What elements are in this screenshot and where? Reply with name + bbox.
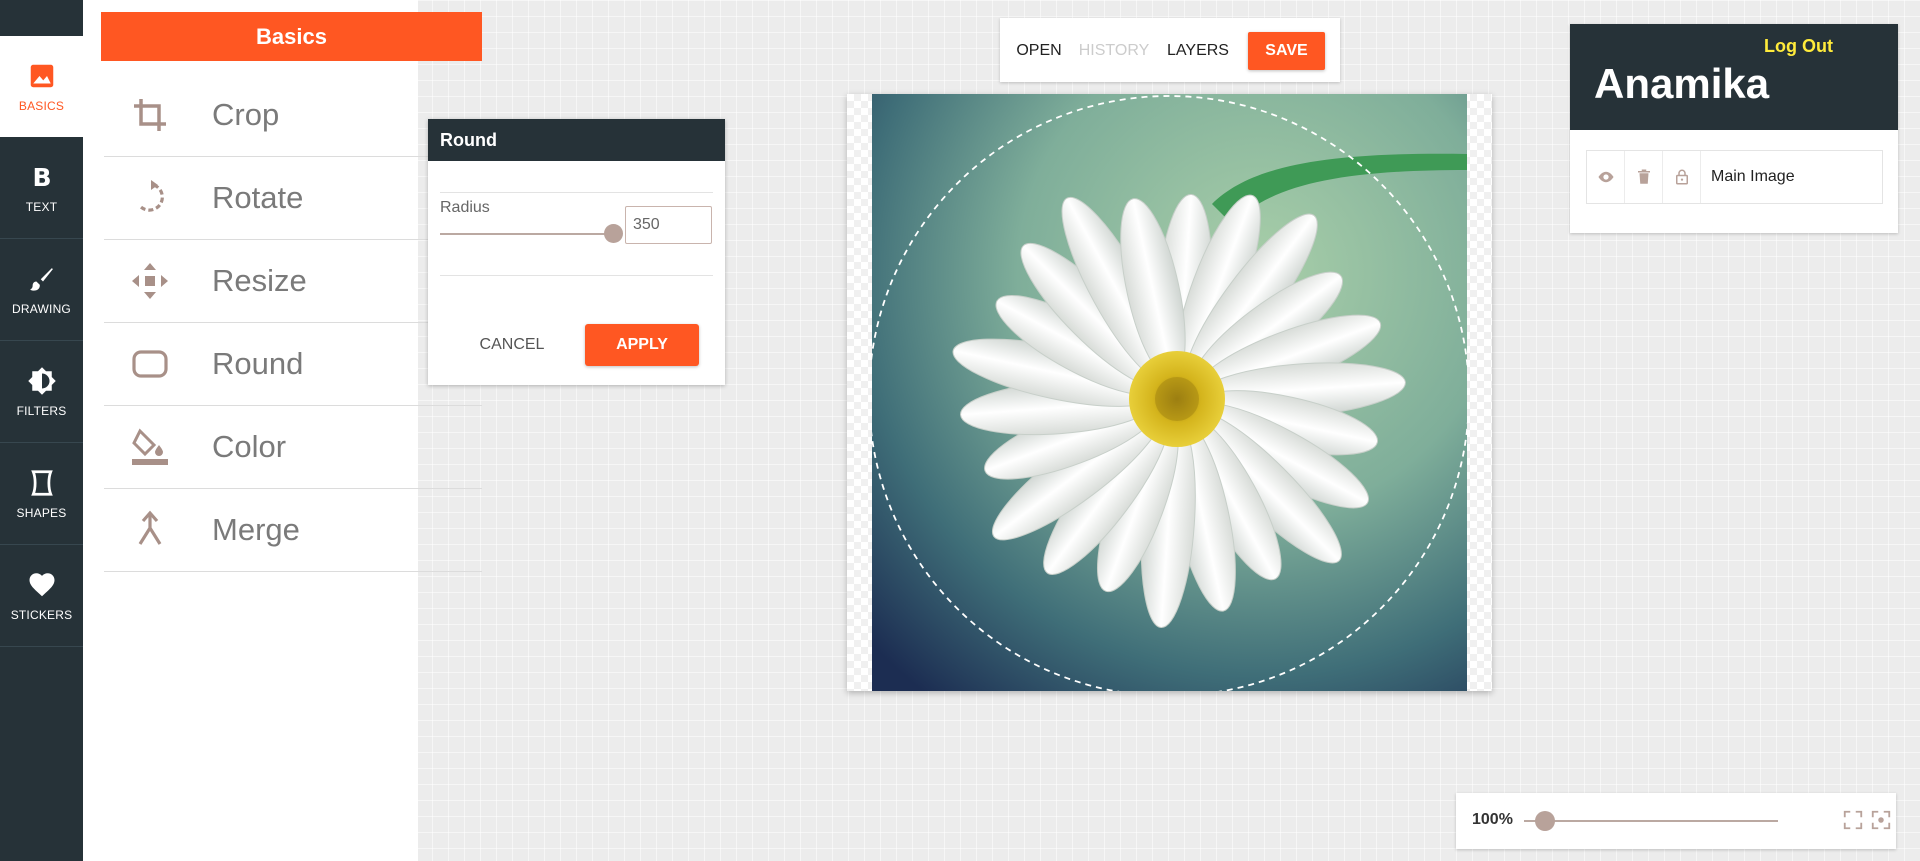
nav-label: STICKERS [10,608,73,622]
round-dialog: Round Radius CANCEL APPLY [428,119,725,385]
tool-item-rotate[interactable]: Rotate [104,157,482,240]
tool-label: Round [212,346,304,381]
contrast-icon [27,367,56,395]
tool-panel: Basics Crop Rotate Resize Round Color Me [83,0,482,861]
brush-icon [29,268,53,291]
radius-input[interactable] [625,206,712,244]
bold-icon: B [32,163,51,192]
nav-rail: BASICS B TEXT DRAWING FILTERS SHAPES STI… [0,0,83,861]
tool-label: Rotate [212,180,304,215]
merge-icon [130,510,170,550]
nav-label: BASICS [18,98,65,113]
zoom-bar: 100% [1456,793,1896,849]
tool-label: Merge [212,512,300,547]
tool-label: Resize [212,263,307,298]
layers-button[interactable]: LAYERS [1166,32,1230,70]
layer-row[interactable]: Main Image [1586,150,1883,204]
divider [440,275,713,276]
tool-item-merge[interactable]: Merge [104,489,482,572]
tool-item-resize[interactable]: Resize [104,240,482,323]
open-button[interactable]: OPEN [1014,32,1064,70]
tool-label: Color [212,429,287,464]
nav-item-text[interactable]: B TEXT [0,138,83,239]
tool-item-crop[interactable]: Crop [104,74,482,157]
top-toolbar: OPEN HISTORY LAYERS SAVE [1000,18,1340,82]
radius-slider-thumb[interactable] [604,224,623,243]
panel-title: Basics [101,12,482,61]
rotate-icon [130,178,170,218]
heart-icon [29,573,54,597]
center-focus-icon[interactable] [1870,809,1892,831]
account-header: Log Out Anamika [1570,24,1898,130]
crop-icon [130,95,170,135]
nav-label: FILTERS [16,404,67,418]
canvas[interactable] [847,94,1492,691]
nav-item-shapes[interactable]: SHAPES [0,444,83,545]
nav-item-drawing[interactable]: DRAWING [0,240,83,341]
layer-name: Main Image [1711,168,1795,185]
resize-icon [130,261,170,301]
radius-label: Radius [440,199,490,216]
nav-item-stickers[interactable]: STICKERS [0,546,83,647]
tool-label: Crop [212,97,280,132]
zoom-label: 100% [1472,811,1513,828]
apply-button[interactable]: APPLY [585,324,699,366]
main-image[interactable] [872,94,1467,691]
logout-link[interactable]: Log Out [1764,36,1833,57]
nav-label: TEXT [25,200,58,214]
paint-bucket-icon [130,427,170,467]
divider [440,192,713,193]
nav-item-basics[interactable]: BASICS [0,36,83,137]
fit-screen-icon[interactable] [1842,809,1864,831]
nav-item-filters[interactable]: FILTERS [0,342,83,443]
zoom-slider-thumb[interactable] [1535,811,1555,831]
daisy-photo [872,94,1467,691]
shape-icon [30,470,53,496]
zoom-slider[interactable] [1524,820,1778,822]
rounded-rect-icon [130,344,170,384]
svg-text:B: B [32,163,51,192]
trash-icon[interactable] [1625,151,1663,203]
user-name: Anamika [1594,60,1770,107]
save-button[interactable]: SAVE [1248,32,1325,70]
lock-icon[interactable] [1663,151,1701,203]
image-icon [30,64,53,87]
radius-slider[interactable] [440,233,620,235]
nav-label: SHAPES [16,506,67,520]
nav-label: DRAWING [12,302,71,316]
cancel-button[interactable]: CANCEL [467,325,557,365]
tool-item-color[interactable]: Color [104,406,482,489]
tool-item-round[interactable]: Round [104,323,482,406]
history-button[interactable]: HISTORY [1078,32,1150,70]
account-panel: Log Out Anamika Main Image [1570,24,1898,233]
eye-icon[interactable] [1587,151,1625,203]
dialog-title: Round [428,119,725,161]
